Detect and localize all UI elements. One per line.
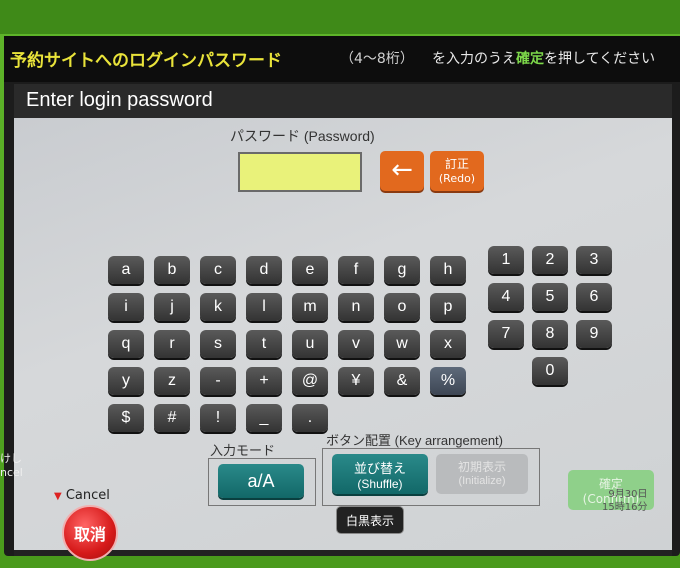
key-symbol[interactable]: + xyxy=(246,367,282,395)
key-w[interactable]: w xyxy=(384,330,420,358)
key-q[interactable]: q xyxy=(108,330,144,358)
banner-digits: （4〜8桁） xyxy=(340,51,414,67)
key-k[interactable]: k xyxy=(200,293,236,321)
key-x[interactable]: x xyxy=(430,330,466,358)
footer-bar xyxy=(14,550,672,556)
datetime: 9月30日 15時16分 xyxy=(602,488,647,514)
title-bar: Enter login password xyxy=(14,84,672,118)
key-d[interactable]: d xyxy=(246,256,282,284)
keypad-panel: パスワード (Password) ← 訂正 (Redo) abcdefgh ijk… xyxy=(14,118,672,550)
key-t[interactable]: t xyxy=(246,330,282,358)
key-h[interactable]: h xyxy=(430,256,466,284)
key-v[interactable]: v xyxy=(338,330,374,358)
cancel-hint: ▼ Cancel xyxy=(54,488,110,503)
key-y[interactable]: y xyxy=(108,367,144,395)
password-label: パスワード (Password) xyxy=(230,128,375,144)
key-n[interactable]: n xyxy=(338,293,374,321)
key-c[interactable]: c xyxy=(200,256,236,284)
key-j[interactable]: j xyxy=(154,293,190,321)
key-digit-6[interactable]: 6 xyxy=(576,283,612,311)
key-digit-5[interactable]: 5 xyxy=(532,283,568,311)
key-o[interactable]: o xyxy=(384,293,420,321)
key-digit-3[interactable]: 3 xyxy=(576,246,612,274)
key-p[interactable]: p xyxy=(430,293,466,321)
key-symbol[interactable]: @ xyxy=(292,367,328,395)
triangle-down-icon: ▼ xyxy=(54,491,62,502)
key-symbol[interactable]: % xyxy=(430,367,466,395)
key-s[interactable]: s xyxy=(200,330,236,358)
key-symbol[interactable]: & xyxy=(384,367,420,395)
key-f[interactable]: f xyxy=(338,256,374,284)
key-digit-0[interactable]: 0 xyxy=(532,357,568,385)
password-field[interactable] xyxy=(238,152,362,192)
side-text-en: ncel xyxy=(0,466,23,479)
key-m[interactable]: m xyxy=(292,293,328,321)
initialize-label-en: (Initialize) xyxy=(458,475,506,487)
initialize-button[interactable]: 初期表示 (Initialize) xyxy=(436,454,528,494)
redo-label-ja: 訂正 xyxy=(444,157,469,171)
side-text-ja: けし xyxy=(0,452,22,465)
banner-rest-suffix: を押してください xyxy=(544,51,656,67)
side-cancel-text: けし ncel xyxy=(0,452,23,480)
banner-rest: を入力のうえ確定を押してください xyxy=(432,48,655,68)
key-symbol[interactable]: . xyxy=(292,404,328,432)
key-digit-4[interactable]: 4 xyxy=(488,283,524,311)
input-mode-label: 入力モード xyxy=(210,443,276,458)
time-text: 15時16分 xyxy=(602,502,648,513)
cancel-hint-label: Cancel xyxy=(65,488,110,503)
banner-confirm-word: 確定 xyxy=(516,51,544,67)
black-white-display-button[interactable]: 白黒表示 xyxy=(336,506,404,534)
redo-label-en: (Redo) xyxy=(438,172,476,185)
shuffle-label-en: (Shuffle) xyxy=(357,477,403,491)
key-digit-2[interactable]: 2 xyxy=(532,246,568,274)
key-symbol[interactable]: $ xyxy=(108,404,144,432)
key-arrangement-label: ボタン配置 (Key arrangement) xyxy=(326,433,503,448)
key-symbol[interactable]: ¥ xyxy=(338,367,374,395)
key-u[interactable]: u xyxy=(292,330,328,358)
shuffle-label-ja: 並び替え xyxy=(353,461,406,476)
key-b[interactable]: b xyxy=(154,256,190,284)
page-title: Enter login password xyxy=(26,89,213,111)
key-e[interactable]: e xyxy=(292,256,328,284)
key-z[interactable]: z xyxy=(154,367,190,395)
key-l[interactable]: l xyxy=(246,293,282,321)
key-symbol[interactable]: # xyxy=(154,404,190,432)
screen: 予約サイトへのログインパスワード （4〜8桁） を入力のうえ確定を押してください… xyxy=(4,36,680,556)
key-symbol[interactable]: _ xyxy=(246,404,282,432)
key-symbol[interactable]: - xyxy=(200,367,236,395)
key-digit-1[interactable]: 1 xyxy=(488,246,524,274)
top-strip xyxy=(0,0,680,34)
backspace-button[interactable]: ← xyxy=(380,151,424,191)
key-symbol[interactable]: ! xyxy=(200,404,236,432)
cancel-button[interactable]: 取消 xyxy=(62,505,118,561)
case-toggle-button[interactable]: a/A xyxy=(218,464,304,498)
date-text: 9月30日 xyxy=(608,489,648,500)
key-digit-8[interactable]: 8 xyxy=(532,320,568,348)
shuffle-button[interactable]: 並び替え (Shuffle) xyxy=(332,454,428,494)
key-digit-9[interactable]: 9 xyxy=(576,320,612,348)
instruction-banner: 予約サイトへのログインパスワード （4〜8桁） を入力のうえ確定を押してください xyxy=(4,36,680,82)
key-g[interactable]: g xyxy=(384,256,420,284)
initialize-label-ja: 初期表示 xyxy=(457,460,506,474)
key-i[interactable]: i xyxy=(108,293,144,321)
banner-instruction-ja: 予約サイトへのログインパスワード xyxy=(10,51,282,71)
key-r[interactable]: r xyxy=(154,330,190,358)
key-digit-7[interactable]: 7 xyxy=(488,320,524,348)
redo-button[interactable]: 訂正 (Redo) xyxy=(430,151,484,191)
key-a[interactable]: a xyxy=(108,256,144,284)
banner-rest-prefix: を入力のうえ xyxy=(432,51,516,67)
